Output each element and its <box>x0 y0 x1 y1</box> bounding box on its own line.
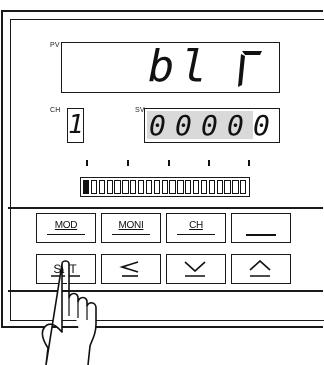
bar-segment <box>106 180 113 194</box>
bar-segment <box>122 180 129 194</box>
bar-segment <box>138 180 145 194</box>
blank-button[interactable] <box>231 213 291 243</box>
bar-segment <box>200 180 208 194</box>
up-arrow-icon <box>249 259 271 277</box>
ch-button[interactable]: CH <box>166 213 226 243</box>
bar-tick <box>208 160 210 166</box>
sv-digit: 0 <box>175 109 192 142</box>
sv-display: 00000 <box>144 108 280 143</box>
bar-segment <box>90 180 98 194</box>
bar-segment <box>224 180 231 194</box>
ch-value: 1 <box>68 110 84 140</box>
bar-segment <box>208 180 215 194</box>
key-divider <box>8 207 323 209</box>
bar-segment <box>130 180 137 194</box>
bar-segment <box>153 180 160 194</box>
bar-segment <box>177 180 184 194</box>
bar-tick <box>86 160 88 166</box>
bar-segment <box>161 180 168 194</box>
bar-segment <box>232 180 239 194</box>
bar-segment <box>185 180 192 194</box>
pointing-hand-icon <box>41 260 97 365</box>
bar-segment <box>83 180 90 194</box>
ch-button-label: CH <box>189 220 203 231</box>
bar-segment <box>98 180 105 194</box>
bar-segment <box>193 180 200 194</box>
pv-display: bl <box>61 41 280 93</box>
down-button[interactable] <box>166 254 226 284</box>
bar-tick <box>127 160 129 166</box>
moni-button-label: MONI <box>118 220 144 231</box>
mod-button-label: MOD <box>54 220 78 231</box>
pv-seg-glyph <box>238 51 262 87</box>
bar-segment <box>216 180 223 194</box>
sv-digit: 0 <box>149 109 166 142</box>
pv-label: PV <box>50 42 60 49</box>
mod-button[interactable]: MOD <box>36 213 96 243</box>
bar-tick <box>248 160 250 166</box>
bar-segment <box>240 180 247 194</box>
down-arrow-icon <box>184 261 206 277</box>
bar-segment <box>114 180 121 194</box>
ch-display: 1 <box>67 108 84 143</box>
sv-digit: 0 <box>201 109 218 142</box>
bar-graph <box>80 177 250 197</box>
pv-value: bl <box>148 41 213 92</box>
moni-button[interactable]: MONI <box>101 213 161 243</box>
bar-segment <box>145 180 153 194</box>
up-button[interactable] <box>231 254 291 284</box>
bar-segment <box>169 180 176 194</box>
sv-digit: 0 <box>253 109 270 142</box>
sv-digit: 0 <box>227 109 244 142</box>
bar-tick <box>168 160 170 166</box>
ch-label: CH <box>50 107 61 114</box>
